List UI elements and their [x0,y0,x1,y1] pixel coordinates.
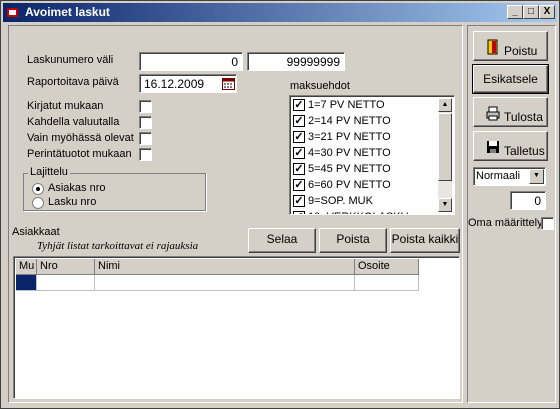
sort-customer-radio[interactable] [32,183,44,195]
checkmark-icon[interactable]: ✓ [293,163,305,175]
payment-term-label: 1=7 PV NETTO [308,99,385,111]
only-late-checkbox[interactable] [139,132,152,145]
invoice-from-input[interactable]: 0 [139,52,243,71]
checkmark-icon[interactable]: ✓ [293,211,305,214]
door-exit-icon [487,39,498,55]
payment-term-item[interactable]: ✓ 3=21 PV NETTO [293,130,433,146]
payment-term-item[interactable]: ✓ 9=SOP. MUK [293,194,433,210]
payment-term-label: 5=45 PV NETTO [308,163,391,175]
sort-group-label: Lajittelu [28,166,70,178]
chevron-down-icon[interactable]: ▼ [529,169,544,184]
table-cell[interactable] [95,275,355,291]
action-panel: Poistu Esikatsele Tulosta Talletus Norma… [467,25,556,403]
sort-group: Lajittelu Asiakas nro Lasku nro [23,166,206,211]
two-currencies-checkbox[interactable] [139,116,152,129]
collection-label: Perintätuotot mukaan [27,148,132,160]
close-button[interactable]: X [539,5,555,19]
font-style-select[interactable]: Normaali ▼ [473,167,546,186]
only-late-label: Vain myöhässä olevat [27,132,134,144]
browse-button[interactable]: Selaa [248,228,316,253]
maximize-button[interactable]: □ [523,5,539,19]
exit-button[interactable]: Poistu [473,31,548,61]
sort-invoice-radio[interactable] [32,197,44,209]
floppy-disk-icon [487,141,499,153]
minimize-button[interactable]: _ [507,5,523,19]
scroll-down-icon[interactable]: ▼ [438,198,452,212]
sort-invoice-label: Lasku nro [48,196,97,208]
invoice-range-label: Laskunumero väli [27,54,114,66]
payment-term-item[interactable]: ✓ 2=14 PV NETTO [293,114,433,130]
window-title: Avoimet laskut [25,5,110,19]
printer-icon [486,106,500,121]
payment-term-item[interactable]: ✓ 1=7 PV NETTO [293,98,433,114]
customers-label: Asiakkaat [12,226,60,238]
remove-all-button[interactable]: Poista kaikki [390,228,460,253]
customers-table[interactable]: Mu Nro Nimi Osoite [13,256,460,399]
checkmark-icon[interactable]: ✓ [293,147,305,159]
calendar-icon[interactable] [222,77,235,90]
payment-terms-list[interactable]: ✓ 1=7 PV NETTO ✓ 2=14 PV NETTO ✓ 3=21 PV NETT… [289,95,455,215]
app-icon [7,8,18,17]
booked-label: Kirjatut mukaan [27,100,104,112]
column-nro[interactable]: Nro [37,259,95,275]
custom-label: Oma määrittely [468,217,543,229]
payment-term-label: 4=30 PV NETTO [308,147,391,159]
checkmark-icon[interactable]: ✓ [293,195,305,207]
checkmark-icon[interactable]: ✓ [293,99,305,111]
terms-scrollbar[interactable]: ▲ ▼ [438,98,452,212]
payment-term-label: 6=60 PV NETTO [308,179,391,191]
column-mu[interactable]: Mu [16,259,37,275]
window: Avoimet laskut _ □ X Laskunumero väli 0 … [0,0,560,409]
payment-term-item[interactable]: ✓ 4=30 PV NETTO [293,146,433,162]
title-bar[interactable]: Avoimet laskut _ □ X [3,3,557,22]
font-size-input[interactable]: 0 [510,191,546,210]
custom-checkbox[interactable] [541,217,554,230]
collection-checkbox[interactable] [139,148,152,161]
scroll-thumb[interactable] [438,113,452,181]
column-osoite[interactable]: Osoite [355,259,419,275]
table-row-selector[interactable] [16,275,37,291]
save-button[interactable]: Talletus [473,131,548,161]
payment-term-label: 2=14 PV NETTO [308,115,391,127]
payment-term-item[interactable]: ✓10=VERKKOLASKU [293,210,433,214]
payment-term-label: 3=21 PV NETTO [308,131,391,143]
table-cell[interactable] [355,275,419,291]
payment-terms-label: maksuehdot [290,80,350,92]
customers-hint: Tyhjät listat tarkoittavat ei rajauksia [37,240,199,252]
booked-checkbox[interactable] [139,100,152,113]
table-cell[interactable] [37,275,95,291]
remove-button[interactable]: Poista [319,228,387,253]
payment-term-item[interactable]: ✓ 5=45 PV NETTO [293,162,433,178]
payment-term-label: 10=VERKKOLASKU [308,211,409,214]
preview-button[interactable]: Esikatsele [472,64,549,94]
checkmark-icon[interactable]: ✓ [293,115,305,127]
scroll-up-icon[interactable]: ▲ [438,98,452,112]
report-date-label: Raportoitava päivä [27,76,119,88]
column-nimi[interactable]: Nimi [95,259,355,275]
filter-panel: Laskunumero väli 0 99999999 Raportoitava… [8,25,463,403]
sort-customer-label: Asiakas nro [48,182,106,194]
payment-term-item[interactable]: ✓ 6=60 PV NETTO [293,178,433,194]
checkmark-icon[interactable]: ✓ [293,179,305,191]
checkmark-icon[interactable]: ✓ [293,131,305,143]
payment-term-label: 9=SOP. MUK [308,195,373,207]
invoice-to-input[interactable]: 99999999 [247,52,345,71]
two-currencies-label: Kahdella valuutalla [27,116,120,128]
print-button[interactable]: Tulosta [473,97,548,127]
